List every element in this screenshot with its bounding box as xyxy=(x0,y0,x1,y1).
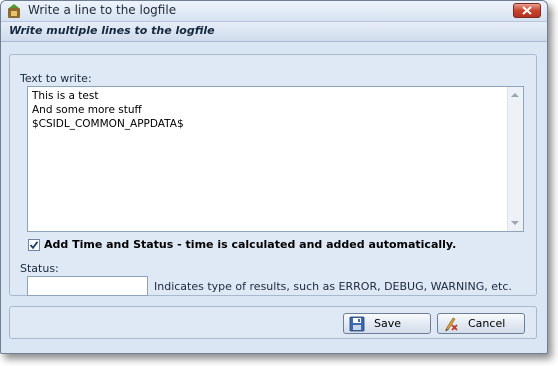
app-icon xyxy=(8,4,20,18)
cancel-button[interactable]: Cancel xyxy=(437,313,525,334)
dialog-subheader: Write multiple lines to the logfile xyxy=(1,22,547,42)
save-button[interactable]: Save xyxy=(343,313,431,334)
status-label: Status: xyxy=(20,262,59,275)
checkmark-icon xyxy=(29,241,39,250)
subheader-title: Write multiple lines to the logfile xyxy=(9,24,215,37)
textarea-content: This is a test And some more stuff $CSID… xyxy=(32,89,184,131)
status-hint-text: Indicates type of results, such as ERROR… xyxy=(154,280,512,293)
text-to-write-textarea[interactable]: This is a test And some more stuff $CSID… xyxy=(27,86,524,232)
add-time-status-label[interactable]: Add Time and Status - time is calculated… xyxy=(44,238,456,251)
text-line: This is a test xyxy=(32,90,99,102)
title-bar: Write a line to the logfile xyxy=(1,1,547,22)
text-line: $CSIDL_COMMON_APPDATA$ xyxy=(32,118,184,130)
status-input[interactable] xyxy=(27,276,148,296)
text-to-write-label: Text to write: xyxy=(20,72,92,85)
add-time-status-checkbox[interactable] xyxy=(28,239,40,251)
scroll-up-arrow-icon[interactable] xyxy=(511,93,519,97)
floppy-disk-icon xyxy=(349,316,365,332)
textarea-scrollbar[interactable] xyxy=(507,87,523,231)
text-line: And some more stuff xyxy=(32,104,142,116)
cancel-button-label: Cancel xyxy=(468,317,506,330)
dialog-window: Write a line to the logfile Write multip… xyxy=(0,0,548,354)
close-button[interactable] xyxy=(513,3,541,18)
save-button-label: Save xyxy=(374,317,402,330)
window-title: Write a line to the logfile xyxy=(28,3,177,17)
scroll-down-arrow-icon[interactable] xyxy=(511,221,519,225)
close-icon xyxy=(522,6,532,15)
cancel-icon xyxy=(445,317,458,332)
